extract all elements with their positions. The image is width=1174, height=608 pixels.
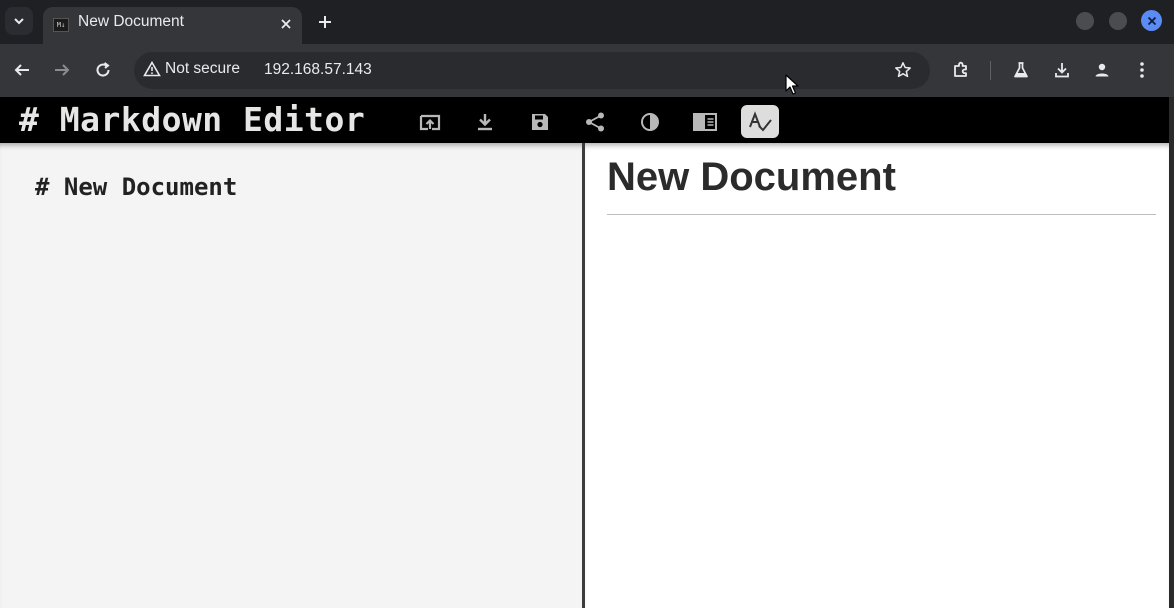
profile-button[interactable]: [1089, 57, 1115, 83]
tab-close-button[interactable]: [277, 15, 295, 33]
chevron-down-icon: [14, 18, 24, 25]
tab-favicon: M↓: [53, 18, 69, 32]
plus-icon: [319, 16, 331, 28]
more-vert-icon: [1140, 62, 1144, 78]
close-icon: [281, 19, 291, 29]
extensions-button[interactable]: [948, 57, 974, 83]
reload-button[interactable]: [90, 57, 116, 83]
preview-heading: New Document: [607, 155, 896, 199]
address-bar[interactable]: Not secure 192.168.57.143: [134, 52, 930, 89]
window-close-button[interactable]: [1141, 10, 1162, 31]
download-icon: [478, 113, 492, 130]
share-button[interactable]: [576, 105, 614, 138]
forward-button[interactable]: [49, 57, 75, 83]
save-button[interactable]: [521, 105, 559, 138]
editor-content[interactable]: # New Document: [35, 173, 237, 201]
new-tab-button[interactable]: [313, 10, 337, 34]
labs-button[interactable]: [1008, 57, 1034, 83]
toggle-preview-icon: [693, 112, 717, 131]
flask-icon: [1014, 62, 1028, 78]
window-edge: [1169, 97, 1174, 608]
back-button[interactable]: [9, 57, 35, 83]
arrow-right-icon: [55, 64, 70, 76]
toolbar-separator: [990, 61, 991, 80]
arrow-left-icon: [14, 64, 29, 76]
spellcheck-icon: [749, 110, 772, 131]
heading-underline: [607, 214, 1156, 215]
open-file-button[interactable]: [411, 105, 449, 138]
open-file-icon: [419, 114, 441, 130]
toggle-preview-button[interactable]: [686, 105, 724, 138]
person-icon: [1095, 63, 1109, 77]
markdown-preview: New Document: [585, 143, 1169, 608]
tab-title: New Document: [78, 13, 184, 30]
share-icon: [586, 112, 604, 131]
download-icon: [1055, 63, 1069, 78]
markdown-editor[interactable]: # New Document: [0, 143, 583, 608]
contrast-icon: [641, 112, 659, 131]
menu-button[interactable]: [1129, 57, 1155, 83]
app-title: # Markdown Editor: [19, 100, 366, 139]
bookmark-button[interactable]: [894, 61, 912, 83]
theme-toggle-button[interactable]: [631, 105, 669, 138]
window-maximize-button[interactable]: [1109, 12, 1127, 30]
tab-search-button[interactable]: [5, 7, 33, 35]
tab-strip: M↓ New Document: [0, 0, 1174, 44]
browser-toolbar: Not secure 192.168.57.143: [0, 44, 1174, 97]
mouse-cursor-icon: [785, 74, 799, 95]
reload-icon: [96, 62, 110, 77]
save-icon: [532, 113, 548, 130]
spellcheck-button[interactable]: [741, 105, 779, 138]
app-header: # Markdown Editor: [0, 97, 1169, 143]
puzzle-icon: [954, 61, 967, 77]
warning-icon: [143, 61, 161, 77]
active-tab[interactable]: M↓ New Document: [43, 7, 302, 44]
close-icon: [1147, 16, 1156, 25]
downloads-button[interactable]: [1049, 57, 1075, 83]
star-icon: [895, 62, 911, 78]
url-text[interactable]: 192.168.57.143: [264, 61, 372, 79]
window-minimize-button[interactable]: [1076, 12, 1094, 30]
download-button[interactable]: [466, 105, 504, 138]
security-indicator[interactable]: Not secure: [143, 60, 240, 78]
security-label: Not secure: [165, 60, 240, 77]
